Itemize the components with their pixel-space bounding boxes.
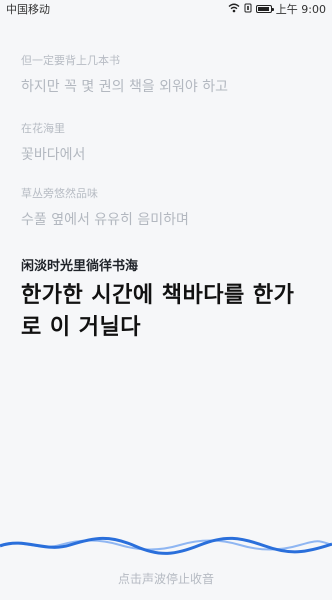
translation-text: 수풀 옆에서 유유히 음미하며 <box>21 212 189 228</box>
sound-wave-primary <box>0 536 332 555</box>
status-icons: 上午 9:00 <box>228 1 326 17</box>
battery-icon <box>255 5 274 13</box>
alarm-icon <box>244 3 252 16</box>
source-text: 在花海里 <box>21 122 65 135</box>
sound-wave-button[interactable] <box>0 525 332 565</box>
clock-time: 上午 9:00 <box>275 3 326 16</box>
translation-text: 꽃바다에서 <box>21 147 86 163</box>
stop-listening-hint[interactable]: 点击声波停止收音 <box>0 570 332 587</box>
wifi-icon <box>228 3 240 16</box>
translation-text: 하지만 꼭 몇 권의 책을 외워야 하고 <box>21 79 229 95</box>
source-text: 草丛旁悠然品味 <box>21 187 98 200</box>
source-text: 但一定要背上几本书 <box>21 54 120 67</box>
status-bar: 中国移动 上午 9:00 <box>0 0 332 18</box>
current-translation-text: 한가한 시간에 책바다를 한가로 이 거닐다 <box>21 283 295 340</box>
current-entry: 闲淡时光里徜徉书海 한가한 시간에 책바다를 한가로 이 거닐다 <box>21 255 311 344</box>
transcript-entry: 但一定要背上几本书 하지만 꼭 몇 권의 책을 외워야 하고 <box>21 52 228 96</box>
transcript-entry: 草丛旁悠然品味 수풀 옆에서 유유히 음미하며 <box>21 185 189 229</box>
carrier-label: 中国移动 <box>6 3 50 16</box>
current-source-text: 闲淡时光里徜徉书海 <box>21 259 139 274</box>
transcript-entry: 在花海里 꽃바다에서 <box>21 120 85 164</box>
